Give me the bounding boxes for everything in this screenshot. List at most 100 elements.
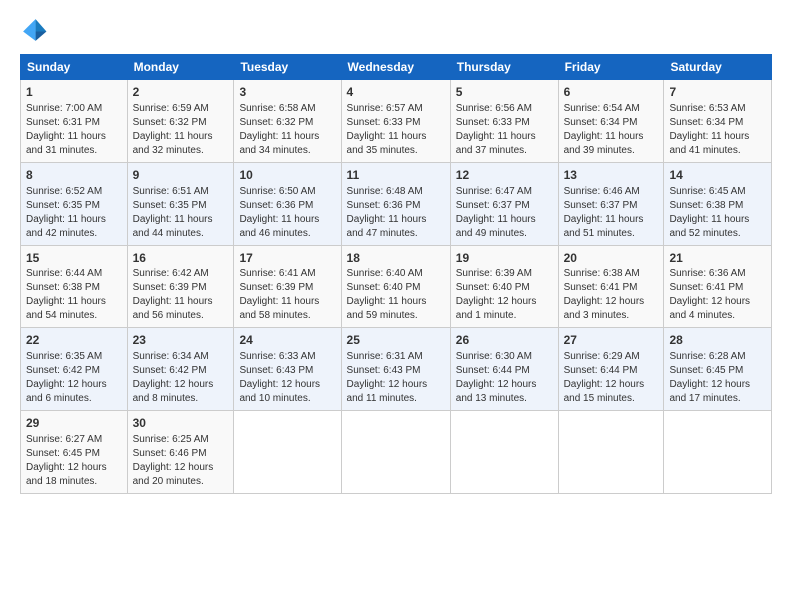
- day-number: 3: [239, 84, 335, 101]
- daylight-text: Daylight: 11 hours and 47 minutes.: [347, 213, 445, 241]
- calendar-cell: 26Sunrise: 6:30 AMSunset: 6:44 PMDayligh…: [450, 328, 558, 411]
- sunrise-text: Sunrise: 6:38 AM: [564, 267, 659, 281]
- weekday-header-thursday: Thursday: [450, 55, 558, 80]
- daylight-text: Daylight: 12 hours and 6 minutes.: [26, 378, 122, 406]
- daylight-text: Daylight: 12 hours and 13 minutes.: [456, 378, 553, 406]
- calendar-cell: [341, 411, 450, 494]
- day-number: 12: [456, 167, 553, 184]
- sunrise-text: Sunrise: 6:50 AM: [239, 185, 335, 199]
- sunrise-text: Sunrise: 7:00 AM: [26, 102, 122, 116]
- calendar-cell: 29Sunrise: 6:27 AMSunset: 6:45 PMDayligh…: [21, 411, 128, 494]
- calendar-cell: 25Sunrise: 6:31 AMSunset: 6:43 PMDayligh…: [341, 328, 450, 411]
- sunrise-text: Sunrise: 6:51 AM: [133, 185, 229, 199]
- day-number: 29: [26, 415, 122, 432]
- weekday-header-sunday: Sunday: [21, 55, 128, 80]
- sunset-text: Sunset: 6:34 PM: [564, 116, 659, 130]
- sunrise-text: Sunrise: 6:35 AM: [26, 350, 122, 364]
- logo-icon: [20, 16, 48, 44]
- sunset-text: Sunset: 6:39 PM: [239, 281, 335, 295]
- sunset-text: Sunset: 6:41 PM: [669, 281, 766, 295]
- calendar-cell: 18Sunrise: 6:40 AMSunset: 6:40 PMDayligh…: [341, 245, 450, 328]
- day-number: 1: [26, 84, 122, 101]
- sunrise-text: Sunrise: 6:36 AM: [669, 267, 766, 281]
- calendar-cell: 20Sunrise: 6:38 AMSunset: 6:41 PMDayligh…: [558, 245, 664, 328]
- sunrise-text: Sunrise: 6:33 AM: [239, 350, 335, 364]
- day-number: 19: [456, 250, 553, 267]
- calendar-cell: 10Sunrise: 6:50 AMSunset: 6:36 PMDayligh…: [234, 162, 341, 245]
- day-number: 24: [239, 332, 335, 349]
- calendar-cell: 15Sunrise: 6:44 AMSunset: 6:38 PMDayligh…: [21, 245, 128, 328]
- sunrise-text: Sunrise: 6:59 AM: [133, 102, 229, 116]
- daylight-text: Daylight: 11 hours and 37 minutes.: [456, 130, 553, 158]
- sunset-text: Sunset: 6:46 PM: [133, 447, 229, 461]
- daylight-text: Daylight: 12 hours and 11 minutes.: [347, 378, 445, 406]
- sunrise-text: Sunrise: 6:52 AM: [26, 185, 122, 199]
- daylight-text: Daylight: 11 hours and 35 minutes.: [347, 130, 445, 158]
- calendar-table: SundayMondayTuesdayWednesdayThursdayFrid…: [20, 54, 772, 494]
- day-number: 21: [669, 250, 766, 267]
- sunrise-text: Sunrise: 6:41 AM: [239, 267, 335, 281]
- sunset-text: Sunset: 6:45 PM: [26, 447, 122, 461]
- day-number: 4: [347, 84, 445, 101]
- sunset-text: Sunset: 6:39 PM: [133, 281, 229, 295]
- day-number: 26: [456, 332, 553, 349]
- daylight-text: Daylight: 11 hours and 34 minutes.: [239, 130, 335, 158]
- page: SundayMondayTuesdayWednesdayThursdayFrid…: [0, 0, 792, 612]
- calendar-cell: 28Sunrise: 6:28 AMSunset: 6:45 PMDayligh…: [664, 328, 772, 411]
- sunset-text: Sunset: 6:37 PM: [456, 199, 553, 213]
- weekday-header-wednesday: Wednesday: [341, 55, 450, 80]
- sunrise-text: Sunrise: 6:53 AM: [669, 102, 766, 116]
- daylight-text: Daylight: 12 hours and 8 minutes.: [133, 378, 229, 406]
- sunrise-text: Sunrise: 6:56 AM: [456, 102, 553, 116]
- daylight-text: Daylight: 12 hours and 17 minutes.: [669, 378, 766, 406]
- calendar-cell: 11Sunrise: 6:48 AMSunset: 6:36 PMDayligh…: [341, 162, 450, 245]
- calendar-cell: 14Sunrise: 6:45 AMSunset: 6:38 PMDayligh…: [664, 162, 772, 245]
- sunrise-text: Sunrise: 6:42 AM: [133, 267, 229, 281]
- sunset-text: Sunset: 6:36 PM: [239, 199, 335, 213]
- sunset-text: Sunset: 6:35 PM: [26, 199, 122, 213]
- calendar-cell: [558, 411, 664, 494]
- calendar-cell: 9Sunrise: 6:51 AMSunset: 6:35 PMDaylight…: [127, 162, 234, 245]
- calendar-cell: 12Sunrise: 6:47 AMSunset: 6:37 PMDayligh…: [450, 162, 558, 245]
- sunset-text: Sunset: 6:38 PM: [26, 281, 122, 295]
- daylight-text: Daylight: 11 hours and 49 minutes.: [456, 213, 553, 241]
- weekday-header-friday: Friday: [558, 55, 664, 80]
- daylight-text: Daylight: 11 hours and 56 minutes.: [133, 295, 229, 323]
- calendar-cell: 22Sunrise: 6:35 AMSunset: 6:42 PMDayligh…: [21, 328, 128, 411]
- sunrise-text: Sunrise: 6:46 AM: [564, 185, 659, 199]
- daylight-text: Daylight: 11 hours and 59 minutes.: [347, 295, 445, 323]
- calendar-cell: 3Sunrise: 6:58 AMSunset: 6:32 PMDaylight…: [234, 80, 341, 163]
- day-number: 2: [133, 84, 229, 101]
- weekday-header-monday: Monday: [127, 55, 234, 80]
- day-number: 16: [133, 250, 229, 267]
- daylight-text: Daylight: 11 hours and 54 minutes.: [26, 295, 122, 323]
- calendar-cell: 30Sunrise: 6:25 AMSunset: 6:46 PMDayligh…: [127, 411, 234, 494]
- daylight-text: Daylight: 11 hours and 44 minutes.: [133, 213, 229, 241]
- sunset-text: Sunset: 6:32 PM: [133, 116, 229, 130]
- day-number: 23: [133, 332, 229, 349]
- calendar-cell: 16Sunrise: 6:42 AMSunset: 6:39 PMDayligh…: [127, 245, 234, 328]
- daylight-text: Daylight: 11 hours and 42 minutes.: [26, 213, 122, 241]
- day-number: 11: [347, 167, 445, 184]
- day-number: 10: [239, 167, 335, 184]
- calendar-cell: 1Sunrise: 7:00 AMSunset: 6:31 PMDaylight…: [21, 80, 128, 163]
- day-number: 30: [133, 415, 229, 432]
- sunrise-text: Sunrise: 6:29 AM: [564, 350, 659, 364]
- sunset-text: Sunset: 6:43 PM: [239, 364, 335, 378]
- calendar-cell: 23Sunrise: 6:34 AMSunset: 6:42 PMDayligh…: [127, 328, 234, 411]
- sunset-text: Sunset: 6:42 PM: [133, 364, 229, 378]
- calendar-cell: 5Sunrise: 6:56 AMSunset: 6:33 PMDaylight…: [450, 80, 558, 163]
- day-number: 28: [669, 332, 766, 349]
- sunrise-text: Sunrise: 6:54 AM: [564, 102, 659, 116]
- sunset-text: Sunset: 6:32 PM: [239, 116, 335, 130]
- sunset-text: Sunset: 6:38 PM: [669, 199, 766, 213]
- sunset-text: Sunset: 6:43 PM: [347, 364, 445, 378]
- sunrise-text: Sunrise: 6:45 AM: [669, 185, 766, 199]
- weekday-header-tuesday: Tuesday: [234, 55, 341, 80]
- calendar-cell: 4Sunrise: 6:57 AMSunset: 6:33 PMDaylight…: [341, 80, 450, 163]
- sunrise-text: Sunrise: 6:57 AM: [347, 102, 445, 116]
- daylight-text: Daylight: 11 hours and 39 minutes.: [564, 130, 659, 158]
- calendar-cell: 27Sunrise: 6:29 AMSunset: 6:44 PMDayligh…: [558, 328, 664, 411]
- day-number: 25: [347, 332, 445, 349]
- sunrise-text: Sunrise: 6:34 AM: [133, 350, 229, 364]
